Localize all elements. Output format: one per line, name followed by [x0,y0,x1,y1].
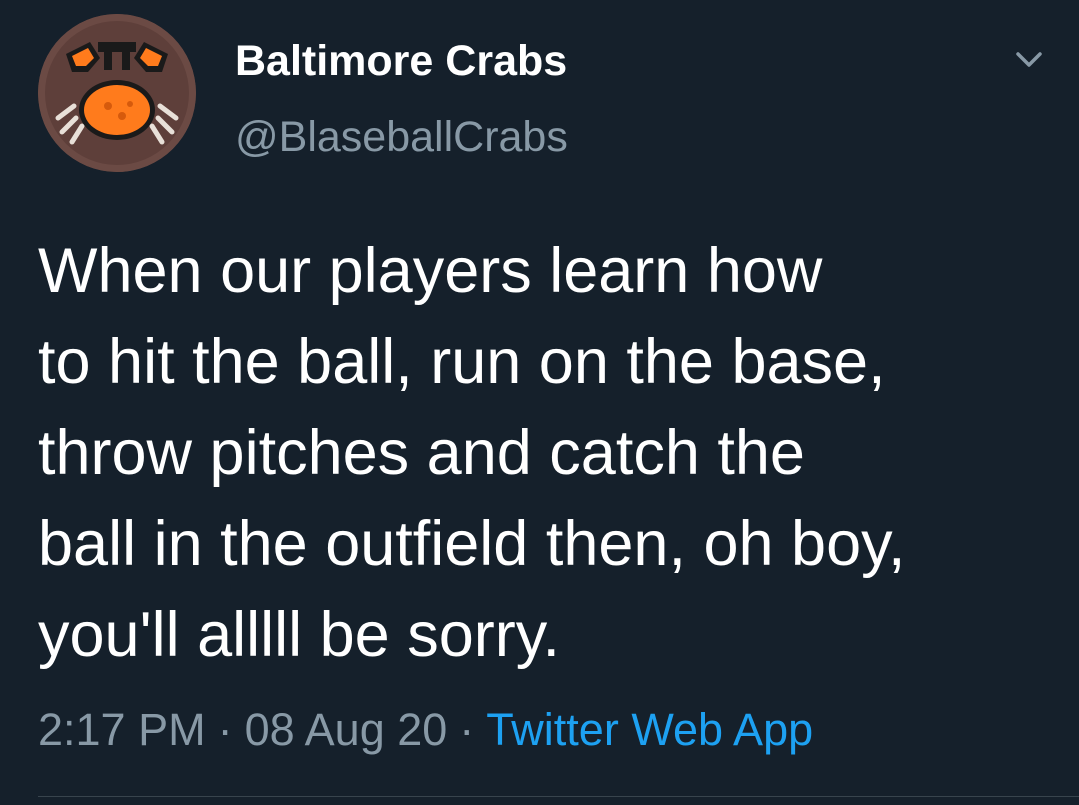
separator-dot: · [217,704,233,755]
tweet-source-link[interactable]: Twitter Web App [486,704,813,755]
tweet-metadata: 2:17 PM · 08 Aug 20 · Twitter Web App [38,702,813,758]
tweet-date[interactable]: 08 Aug 20 [245,704,448,755]
tweet-card: Baltimore Crabs @BlaseballCrabs When our… [0,0,1079,805]
tweet-time[interactable]: 2:17 PM [38,704,206,755]
separator-dot: · [459,704,475,755]
author-display-name[interactable]: Baltimore Crabs [235,36,567,86]
author-handle[interactable]: @BlaseballCrabs [235,112,568,162]
avatar[interactable] [38,14,196,172]
crab-icon [38,14,196,172]
chevron-down-icon[interactable] [1006,42,1052,82]
divider [38,796,1079,797]
tweet-text: When our players learn how to hit the ba… [38,236,906,670]
